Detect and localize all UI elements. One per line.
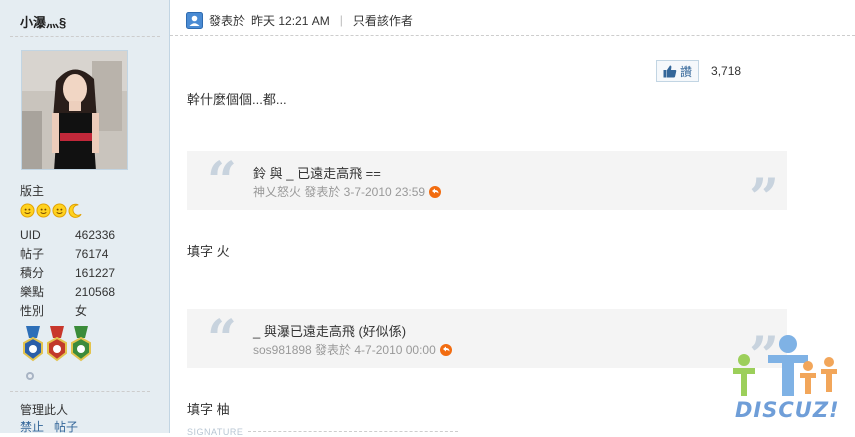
- open-quote-icon: “: [207, 151, 237, 212]
- quote-block-2: “ _ 與瀑已遠走高飛 (好似係) sos981898 發表於 4-7-2010…: [187, 309, 787, 383]
- magic-icon[interactable]: [24, 370, 36, 382]
- stat-row-uid: UID 462336: [20, 226, 160, 245]
- author-username[interactable]: 小瀑灬§: [20, 12, 66, 31]
- like-label: 讚: [680, 64, 693, 79]
- discuz-logo-text: DISCUZ!: [735, 398, 840, 422]
- quote-text: _ 與瀑已遠走高飛 (好似係): [253, 324, 407, 339]
- stat-label: 性別: [20, 304, 45, 318]
- sidebar-divider: [10, 36, 160, 37]
- posted-time: 昨天 12:21 AM: [251, 13, 330, 28]
- quote-text: 鈴 與 _ 已遠走高飛 ==: [253, 166, 381, 181]
- stat-value: 76174: [75, 247, 109, 261]
- avatar-image: [22, 51, 127, 169]
- medal-blue-icon[interactable]: [22, 326, 44, 362]
- author-medals: [22, 326, 92, 362]
- quote-block-1: “ 鈴 與 _ 已遠走高飛 == 神乂怒火 發表於 3-7-2010 23:59…: [187, 151, 787, 225]
- stat-value: 161227: [75, 266, 116, 280]
- quote-meta: 神乂怒火 發表於 3-7-2010 23:59: [253, 183, 442, 200]
- thumbs-up-icon: [663, 65, 677, 77]
- online-user-icon: [186, 11, 203, 29]
- sun-icon: [52, 203, 67, 218]
- like-count: 3,718: [711, 64, 742, 78]
- stat-label: UID: [20, 228, 41, 242]
- stat-label: 帖子: [20, 247, 45, 261]
- back-arrow-icon[interactable]: [429, 185, 442, 198]
- quote-meta-text: 神乂怒火 發表於 3-7-2010 23:59: [253, 185, 426, 199]
- author-sidebar: 小瀑灬§ 版主 UID 462336 帖子 76174 積分 161227 樂點…: [0, 0, 170, 435]
- signature-divider: [248, 431, 458, 432]
- stat-value: 女: [75, 304, 88, 318]
- close-quote-icon: ”: [749, 168, 779, 229]
- posted-prefix: 發表於: [209, 13, 246, 28]
- open-quote-icon: “: [207, 309, 237, 370]
- rank-stars: [20, 203, 83, 219]
- post-text-1: 幹什麼個個...都...: [187, 92, 287, 107]
- back-arrow-icon[interactable]: [439, 343, 452, 356]
- sun-icon: [36, 203, 51, 218]
- user-posts-link[interactable]: 帖子: [54, 418, 78, 435]
- manage-user-title: 管理此人: [20, 403, 69, 417]
- stat-row-posts: 帖子 76174: [20, 245, 160, 264]
- post-text-3: 填字 柚: [187, 402, 230, 417]
- header-divider: [170, 35, 855, 36]
- stat-value: 210568: [75, 285, 116, 299]
- ban-user-link[interactable]: 禁止: [20, 418, 44, 435]
- sun-icon: [20, 203, 35, 218]
- medal-red-icon[interactable]: [46, 326, 68, 362]
- author-stats: UID 462336 帖子 76174 積分 161227 樂點 210568 …: [20, 226, 160, 321]
- stat-label: 樂點: [20, 285, 45, 299]
- author-avatar[interactable]: [21, 50, 128, 170]
- post-text-2: 填字 火: [187, 244, 230, 259]
- quote-meta: sos981898 發表於 4-7-2010 00:00: [253, 341, 452, 358]
- like-button[interactable]: 讚: [656, 60, 700, 82]
- post-header: 發表於 昨天 12:21 AM | 只看該作者: [186, 10, 413, 30]
- stat-value: 462336: [75, 228, 116, 242]
- author-rank: 版主: [20, 184, 45, 198]
- only-author-link[interactable]: 只看該作者: [353, 12, 413, 29]
- quote-meta-text: sos981898 發表於 4-7-2010 00:00: [253, 343, 436, 357]
- sidebar-divider: [10, 391, 150, 392]
- like-box: 讚 3,718: [656, 60, 741, 82]
- stat-row-gender: 性別 女: [20, 302, 160, 321]
- moon-icon: [68, 203, 82, 218]
- stat-row-credits: 積分 161227: [20, 264, 160, 283]
- manage-user-links: 禁止 帖子: [20, 418, 78, 435]
- medal-green-icon[interactable]: [70, 326, 92, 362]
- signature-label: SIGNATURE: [187, 427, 244, 437]
- header-separator: |: [339, 13, 343, 27]
- stat-label: 積分: [20, 266, 45, 280]
- stat-row-points: 樂點 210568: [20, 283, 160, 302]
